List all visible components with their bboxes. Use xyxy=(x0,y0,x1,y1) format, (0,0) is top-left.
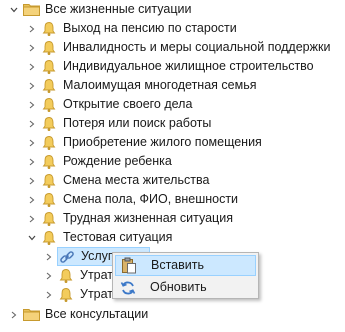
bell-icon xyxy=(40,95,58,114)
bell-icon xyxy=(40,190,58,209)
tree-item-label: Индивидуальное жилищное строительство xyxy=(63,59,314,73)
menu-item-label: Обновить xyxy=(150,280,207,294)
tree-item[interactable]: Потеря или поиск работы xyxy=(27,114,211,133)
tree-item-label: Тестовая ситуация xyxy=(63,230,173,244)
menu-item-label: Вставить xyxy=(151,258,204,272)
tree-item[interactable]: Открытие своего дела xyxy=(27,95,192,114)
bell-icon xyxy=(40,114,58,133)
tree-item-label: Трудная жизненная ситуация xyxy=(63,211,233,225)
tree-item[interactable]: Трудная жизненная ситуация xyxy=(27,209,233,228)
tree-item[interactable]: Выход на пенсию по старости xyxy=(27,19,237,38)
chevron-right-icon[interactable] xyxy=(27,133,37,152)
chevron-right-icon[interactable] xyxy=(27,19,37,38)
chevron-down-icon[interactable] xyxy=(27,228,37,247)
bell-icon xyxy=(57,285,75,304)
tree-item[interactable]: Рождение ребенка xyxy=(27,152,172,171)
chevron-down-icon[interactable] xyxy=(9,0,19,19)
tree-item[interactable]: Приобретение жилого помещения xyxy=(27,133,262,152)
chevron-right-icon[interactable] xyxy=(27,152,37,171)
chevron-right-icon[interactable] xyxy=(44,266,54,285)
menu-item-refresh[interactable]: Обновить xyxy=(115,277,256,298)
chevron-right-icon[interactable] xyxy=(27,38,37,57)
tree-root-label: Все жизненные ситуации xyxy=(45,2,192,16)
tree-item-label: Выход на пенсию по старости xyxy=(63,21,237,35)
tree-item-label: Малоимущая многодетная семья xyxy=(63,78,257,92)
tree-item-label: Открытие своего дела xyxy=(63,97,193,111)
chevron-right-icon[interactable] xyxy=(27,209,37,228)
folder-icon xyxy=(22,305,40,324)
bell-icon xyxy=(40,228,58,247)
tree-item-label: Потеря или поиск работы xyxy=(63,116,212,130)
tree-root-all-situations[interactable]: Все жизненные ситуации xyxy=(9,0,191,19)
chevron-right-icon[interactable] xyxy=(44,285,54,304)
bell-icon xyxy=(40,76,58,95)
chevron-right-icon[interactable] xyxy=(27,190,37,209)
tree-item[interactable]: Смена места жительства xyxy=(27,171,209,190)
chevron-right-icon[interactable] xyxy=(27,57,37,76)
bell-icon xyxy=(40,171,58,190)
tree-item[interactable]: Индивидуальное жилищное строительство xyxy=(27,57,314,76)
tree-item-label: Смена пола, ФИО, внешности xyxy=(63,192,239,206)
chevron-right-icon[interactable] xyxy=(44,247,54,266)
context-menu: Вставить Обновить xyxy=(112,252,259,299)
bell-icon xyxy=(40,57,58,76)
tree-item-label: Приобретение жилого помещения xyxy=(63,135,262,149)
refresh-icon xyxy=(118,278,138,297)
chevron-right-icon[interactable] xyxy=(9,305,19,324)
folder-icon xyxy=(22,0,40,19)
tree-item[interactable]: Малоимущая многодетная семья xyxy=(27,76,256,95)
paste-icon xyxy=(119,256,139,275)
chevron-right-icon[interactable] xyxy=(27,171,37,190)
tree-item-label: Смена места жительства xyxy=(63,173,210,187)
bell-icon xyxy=(40,152,58,171)
bell-icon xyxy=(40,133,58,152)
tree-item-test-situation[interactable]: Тестовая ситуация xyxy=(27,228,172,247)
link-icon xyxy=(58,247,76,266)
tree-root-all-consultations[interactable]: Все консультации xyxy=(9,305,148,324)
chevron-right-icon[interactable] xyxy=(27,76,37,95)
bell-icon xyxy=(40,209,58,228)
chevron-right-icon[interactable] xyxy=(27,95,37,114)
bell-icon xyxy=(40,38,58,57)
tree-item-label: Рождение ребенка xyxy=(63,154,172,168)
chevron-right-icon[interactable] xyxy=(27,114,37,133)
tree-root-label: Все консультации xyxy=(45,307,149,321)
bell-icon xyxy=(40,19,58,38)
tree-item-label: Инвалидность и меры социальной поддержки xyxy=(63,40,331,54)
bell-icon xyxy=(57,266,75,285)
menu-item-paste[interactable]: Вставить xyxy=(115,255,256,276)
tree-item[interactable]: Смена пола, ФИО, внешности xyxy=(27,190,238,209)
tree-item[interactable]: Инвалидность и меры социальной поддержки xyxy=(27,38,330,57)
